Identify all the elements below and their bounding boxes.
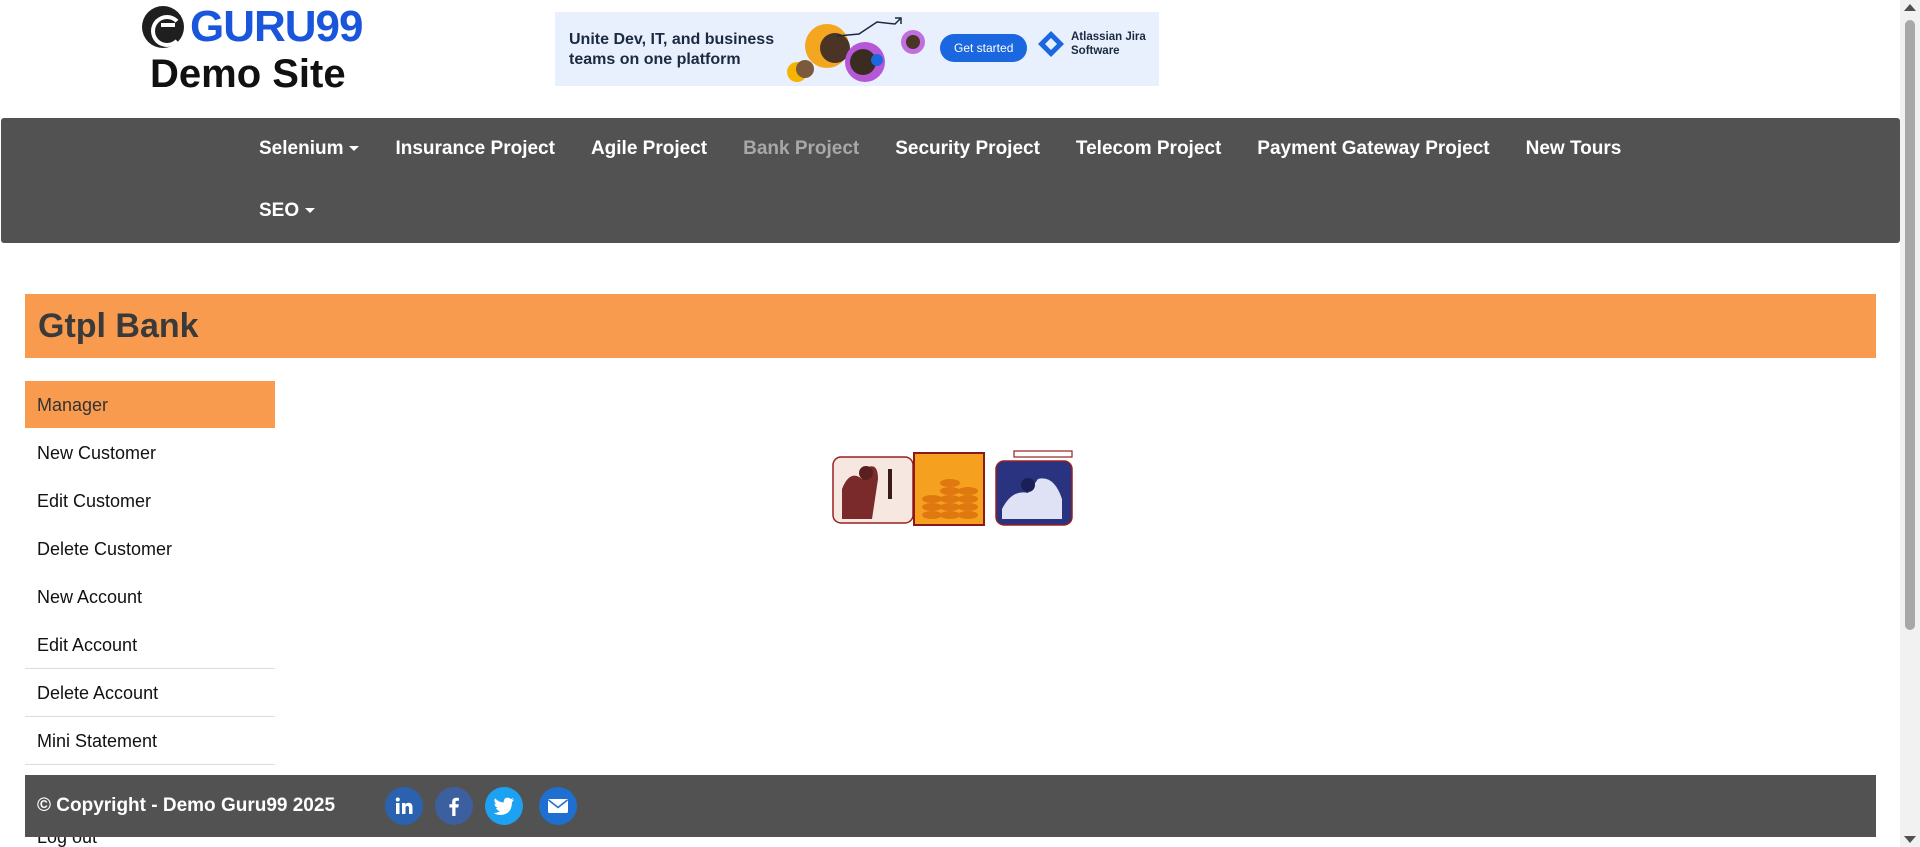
- scroll-down-icon[interactable]: [1904, 836, 1916, 843]
- ad-text: Unite Dev, IT, and business teams on one…: [569, 31, 775, 68]
- copyright-text: © Copyright - Demo Guru99 2025: [37, 795, 336, 816]
- footer: © Copyright - Demo Guru99 2025: [25, 775, 1876, 837]
- page-title: Gtpl Bank: [38, 307, 199, 345]
- linkedin-glyph: [395, 797, 413, 814]
- atlassian-brand: Atlassian Jira Software: [1037, 30, 1159, 58]
- sidebar-item-manager[interactable]: Manager: [25, 381, 275, 429]
- nav-item-label: Security Project: [895, 138, 1040, 159]
- scroll-up-icon[interactable]: [1904, 4, 1916, 11]
- sidebar-item-new-customer[interactable]: New Customer: [25, 429, 275, 477]
- facebook-glyph: [449, 797, 459, 816]
- logo-subtitle: Demo Site: [150, 52, 346, 96]
- scroll-thumb[interactable]: [1905, 20, 1915, 630]
- caret-down-icon: [305, 208, 316, 214]
- jira-icon: [1038, 31, 1064, 57]
- email-icon[interactable]: [539, 787, 577, 825]
- caret-down-icon: [349, 146, 360, 152]
- nav-item-label: SEO: [259, 200, 300, 221]
- nav-item-security-project[interactable]: Security Project: [877, 118, 1058, 180]
- nav-item-label: New Tours: [1525, 138, 1622, 159]
- nav-item-telecom-project[interactable]: Telecom Project: [1058, 118, 1239, 180]
- nav-item-seo[interactable]: SEO: [241, 180, 333, 242]
- bank-banner-image: [832, 450, 1073, 526]
- sidebar-item-edit-account[interactable]: Edit Account: [25, 621, 275, 669]
- nav-item-label: Agile Project: [590, 138, 708, 159]
- facebook-icon[interactable]: [435, 787, 473, 825]
- bank-title-bar: Gtpl Bank: [25, 294, 1876, 358]
- nav-item-selenium[interactable]: Selenium: [241, 118, 377, 180]
- header: GURU99 Demo Site Unite Dev, IT, and busi…: [0, 0, 1900, 118]
- nav-item-label: Telecom Project: [1075, 138, 1222, 159]
- sidebar-item-edit-customer[interactable]: Edit Customer: [25, 477, 275, 525]
- guru99-logo-icon: [142, 6, 184, 48]
- sidebar-item-delete-customer[interactable]: Delete Customer: [25, 525, 275, 573]
- sidebar-item-delete-account[interactable]: Delete Account: [25, 669, 275, 717]
- nav-item-new-tours[interactable]: New Tours: [1508, 118, 1640, 180]
- nav-item-label: Insurance Project: [395, 138, 555, 159]
- nav-item-bank-project[interactable]: Bank Project: [725, 118, 877, 180]
- main-nav: Selenium Insurance Project Agile Project…: [1, 118, 1900, 243]
- nav-item-agile-project[interactable]: Agile Project: [573, 118, 725, 180]
- nav-item-insurance-project[interactable]: Insurance Project: [377, 118, 572, 180]
- social-links: [385, 787, 589, 825]
- page-scrollbar[interactable]: [1900, 0, 1920, 847]
- sidebar-item-mini-statement[interactable]: Mini Statement: [25, 717, 275, 765]
- linkedin-icon[interactable]: [385, 787, 423, 825]
- get-started-button[interactable]: Get started: [940, 34, 1028, 62]
- email-glyph: [548, 799, 568, 813]
- guru99-logo[interactable]: GURU99 Demo Site: [140, 2, 363, 99]
- nav-item-label: Payment Gateway Project: [1257, 138, 1490, 159]
- sidebar-item-new-account[interactable]: New Account: [25, 573, 275, 621]
- nav-item-payment-gateway-project[interactable]: Payment Gateway Project: [1239, 118, 1507, 180]
- atlassian-brand-text: Atlassian Jira Software: [1071, 31, 1146, 57]
- logo-brand-text: GURU99: [190, 2, 363, 51]
- nav-item-label: Bank Project: [743, 138, 860, 159]
- ad-banner[interactable]: Unite Dev, IT, and business teams on one…: [555, 12, 1159, 86]
- nav-list: Selenium Insurance Project Agile Project…: [241, 118, 1701, 242]
- nav-item-label: Selenium: [259, 138, 344, 159]
- twitter-icon[interactable]: [485, 787, 523, 825]
- twitter-glyph: [493, 797, 514, 815]
- ad-illustration: [787, 17, 925, 82]
